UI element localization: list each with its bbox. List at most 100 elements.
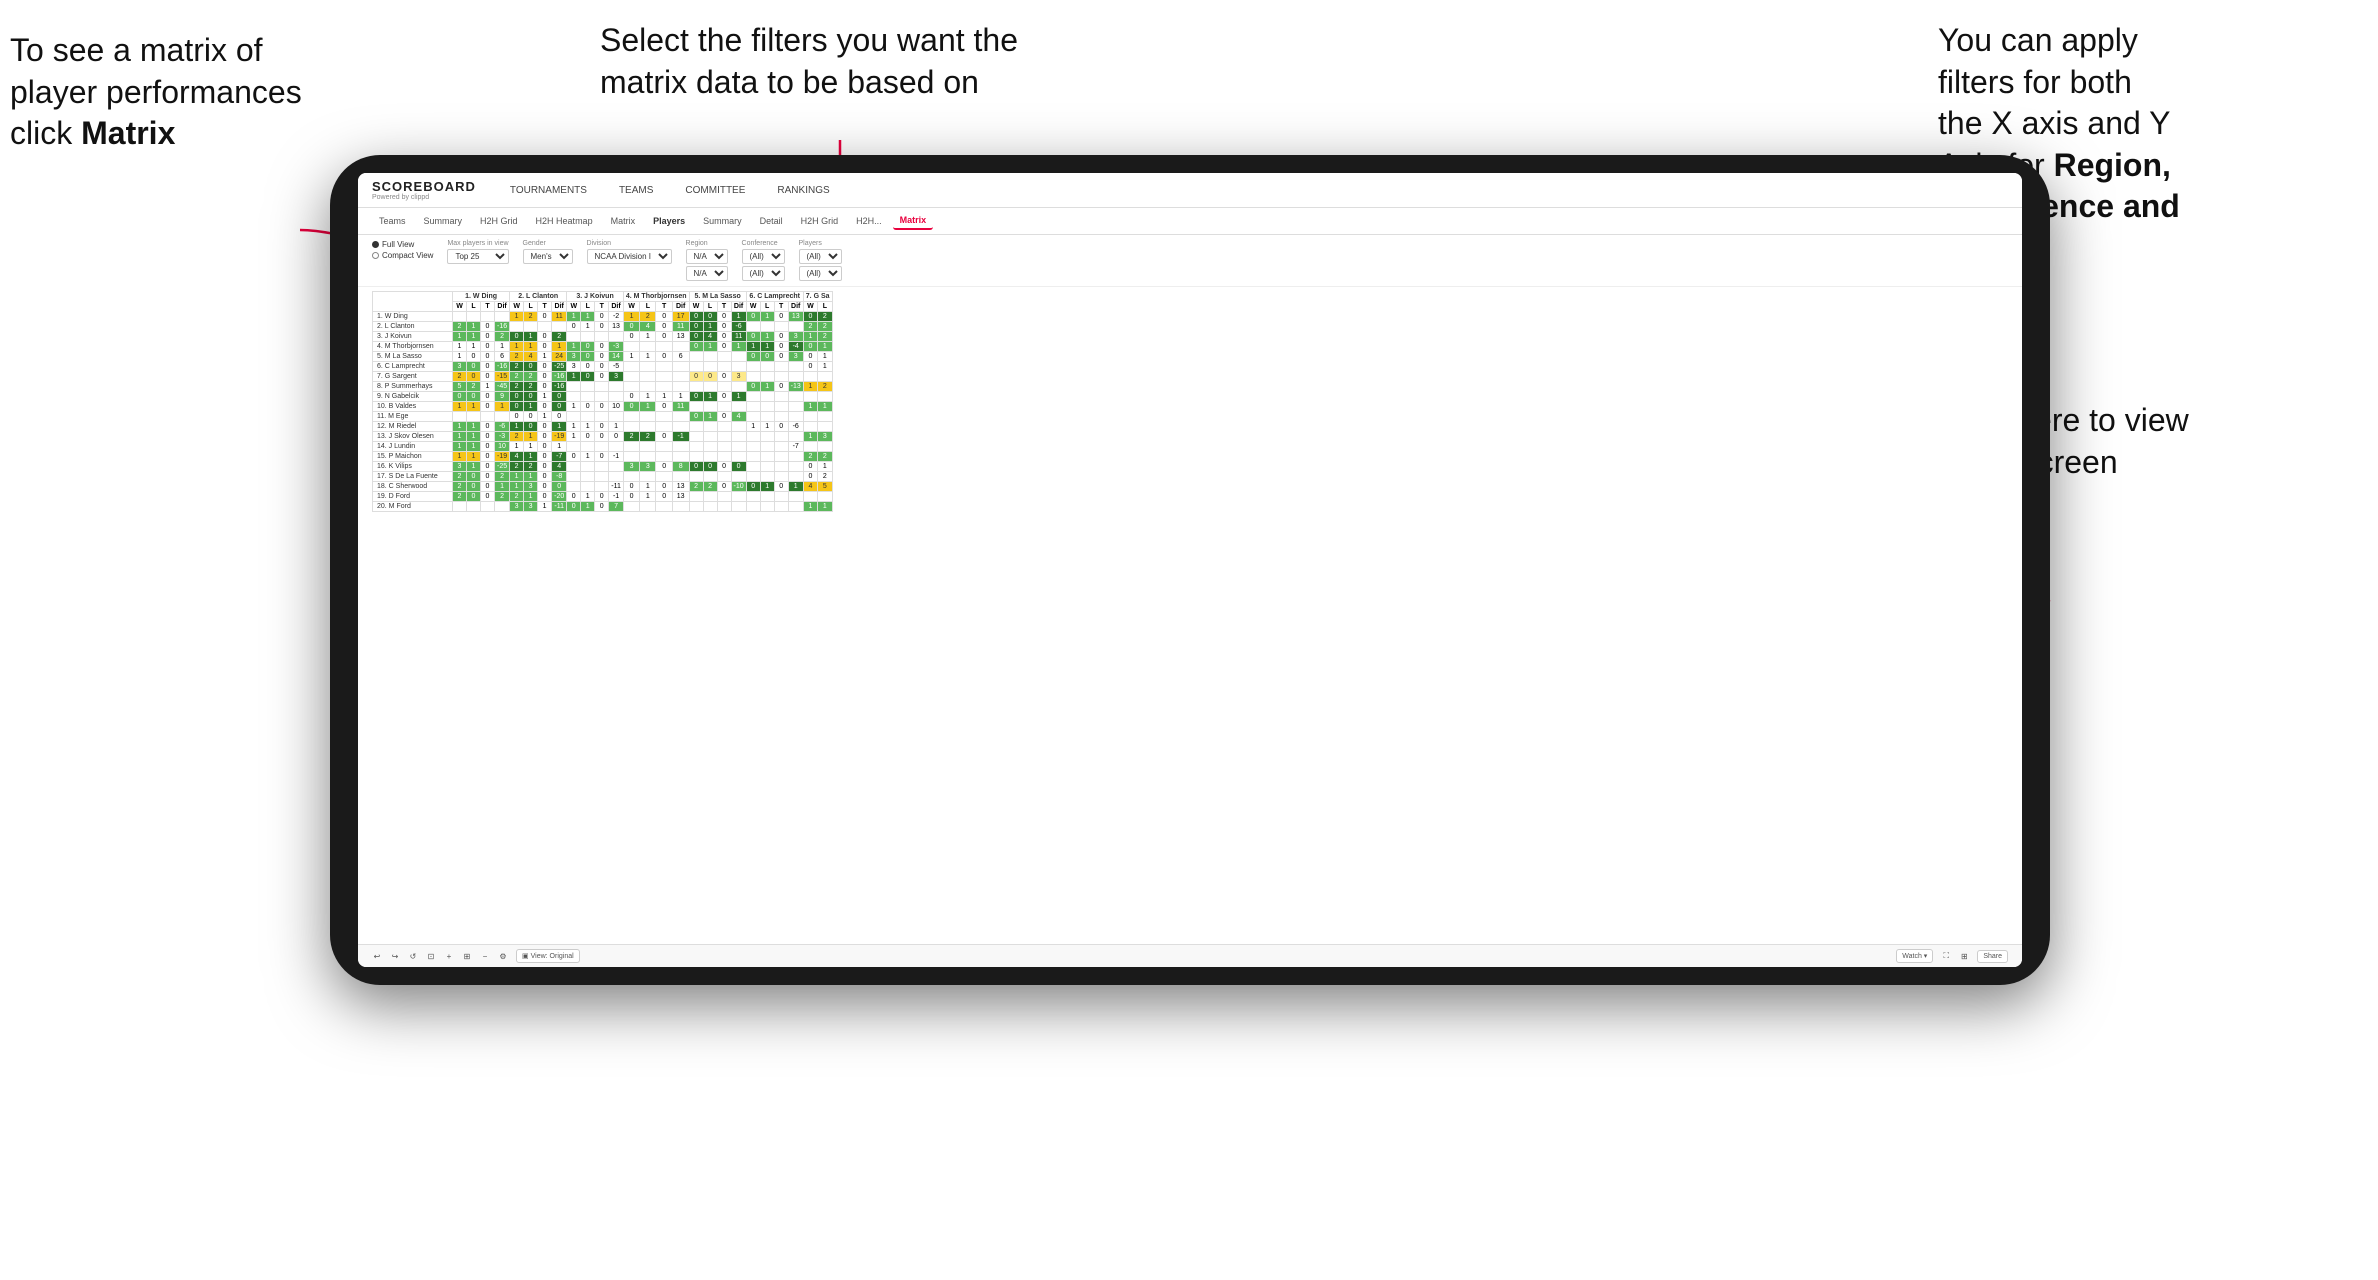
table-row: 18. C Sherwood 2001 1300 -11 01013 220-1… [373, 482, 833, 492]
table-row: 19. D Ford 2002 210-20 010-1 01013 [373, 492, 833, 502]
col-header-6: 6. C Lamprecht [746, 292, 803, 302]
view-full-radio[interactable]: Full View [372, 240, 433, 249]
player-name-13: 13. J Skov Olesen [373, 432, 453, 442]
sub-navigation: Teams Summary H2H Grid H2H Heatmap Matri… [358, 208, 2022, 235]
expand-icon[interactable]: ⛶ [1941, 951, 1951, 961]
table-row: 9. N Gabelcik 0009 0010 0111 0101 [373, 392, 833, 402]
tablet-device: SCOREBOARD Powered by clippd TOURNAMENTS… [330, 155, 2050, 985]
table-row: 2. L Clanton 210-16 01013 04011 010-6 22 [373, 322, 833, 332]
player-name-5: 5. M La Sasso [373, 352, 453, 362]
nav-committee[interactable]: COMMITTEE [679, 183, 751, 198]
view-compact-label: Compact View [382, 251, 433, 260]
tab-detail[interactable]: Detail [753, 213, 790, 229]
tab-matrix[interactable]: Matrix [604, 213, 643, 229]
zoom-out-icon[interactable]: − [480, 951, 490, 961]
nav-rankings[interactable]: RANKINGS [771, 183, 835, 198]
region-label: Region [686, 240, 728, 247]
undo-icon[interactable]: ↩ [372, 951, 382, 961]
tab-h2h-more[interactable]: H2H... [849, 213, 889, 229]
player-name-15: 15. P Maichon [373, 452, 453, 462]
sub-d-2: Dif [552, 302, 567, 312]
conference-select-2[interactable]: (All) [742, 266, 785, 281]
players-label: Players [799, 240, 842, 247]
radio-compact-dot [372, 252, 379, 259]
tab-h2h-grid-2[interactable]: H2H Grid [794, 213, 846, 229]
players-select-2[interactable]: (All) [799, 266, 842, 281]
gender-label: Gender [523, 240, 573, 247]
conference-select-1[interactable]: (All) [742, 249, 785, 264]
matrix-table-area: 1. W Ding 2. L Clanton 3. J Koivun 4. M … [358, 287, 2022, 944]
annotation-left: To see a matrix of player performances c… [10, 30, 330, 155]
filter-division: Division NCAA Division I [587, 240, 672, 264]
tab-h2h-heatmap[interactable]: H2H Heatmap [529, 213, 600, 229]
player-name-7: 7. G Sargent [373, 372, 453, 382]
sub-t-6: T [774, 302, 788, 312]
col-header-3: 3. J Koivun [567, 292, 624, 302]
sub-w-4: W [623, 302, 639, 312]
tab-matrix-active[interactable]: Matrix [893, 212, 934, 230]
player-name-12: 12. M Riedel [373, 422, 453, 432]
redo-icon[interactable]: ↪ [390, 951, 400, 961]
tab-summary[interactable]: Summary [417, 213, 470, 229]
table-row: 7. G Sargent 200-15 220-16 1003 0003 [373, 372, 833, 382]
sub-t-1: T [481, 302, 495, 312]
player-name-16: 16. K Vilips [373, 462, 453, 472]
sub-l-7: L [818, 302, 832, 312]
refresh-icon[interactable]: ↺ [408, 951, 418, 961]
view-original-btn[interactable]: ▣ View: Original [516, 949, 580, 963]
sub-d-6: Dif [788, 302, 803, 312]
max-players-select[interactable]: Top 25 [447, 249, 508, 264]
radio-full-dot [372, 241, 379, 248]
player-name-4: 4. M Thorbjornsen [373, 342, 453, 352]
gender-select[interactable]: Men's [523, 249, 573, 264]
settings-icon[interactable]: ⚙ [498, 951, 508, 961]
division-select[interactable]: NCAA Division I [587, 249, 672, 264]
sub-w-7: W [803, 302, 817, 312]
view-icon: ▣ [522, 952, 529, 960]
filter-players: Players (All) (All) [799, 240, 842, 281]
sub-d-3: Dif [609, 302, 624, 312]
max-players-label: Max players in view [447, 240, 508, 247]
table-row: 10. B Valdes 1101 0100 10010 01011 11 [373, 402, 833, 412]
zoom-in-icon[interactable]: + [444, 951, 454, 961]
view-full-label: Full View [382, 240, 414, 249]
sub-w-6: W [746, 302, 760, 312]
share-btn[interactable]: Share [1977, 950, 2008, 963]
tab-players-summary[interactable]: Summary [696, 213, 749, 229]
view-compact-radio[interactable]: Compact View [372, 251, 433, 260]
bottom-bar: ↩ ↪ ↺ ⊡ + ⊞ − ⚙ ▣ View: Original Watch ▾… [358, 944, 2022, 967]
table-row: 4. M Thorbjornsen 1101 1101 100-3 0101 1… [373, 342, 833, 352]
share-icon-bottom[interactable]: ⊡ [426, 951, 436, 961]
players-select-1[interactable]: (All) [799, 249, 842, 264]
sub-l-5: L [703, 302, 717, 312]
player-name-20: 20. M Ford [373, 502, 453, 512]
watch-label: Watch ▾ [1902, 952, 1927, 960]
table-row: 6. C Lamprecht 300-16 200-25 300-5 01 [373, 362, 833, 372]
sub-d-5: Dif [731, 302, 746, 312]
table-row: 8. P Summerhays 521-45 220-16 010-13 12 [373, 382, 833, 392]
grid-icon[interactable]: ⊞ [1959, 951, 1969, 961]
tab-teams[interactable]: Teams [372, 213, 413, 229]
table-row: 12. M Riedel 110-6 1001 1101 110-6 [373, 422, 833, 432]
watch-btn[interactable]: Watch ▾ [1896, 949, 1933, 963]
table-row: 14. J Lundin 11010 1101 -7 [373, 442, 833, 452]
player-name-2: 2. L Clanton [373, 322, 453, 332]
region-select-1[interactable]: N/A [686, 249, 728, 264]
player-name-14: 14. J Lundin [373, 442, 453, 452]
sub-l-1: L [467, 302, 481, 312]
player-name-1: 1. W Ding [373, 312, 453, 322]
view-label: View: Original [531, 953, 574, 960]
region-select-2[interactable]: N/A [686, 266, 728, 281]
sub-l-2: L [524, 302, 538, 312]
table-row: 13. J Skov Olesen 110-3 210-19 1000 220-… [373, 432, 833, 442]
app-logo: SCOREBOARD Powered by clippd [372, 179, 476, 201]
sub-w-2: W [510, 302, 524, 312]
fit-icon[interactable]: ⊞ [462, 951, 472, 961]
table-row: 3. J Koivun 1102 0102 01013 04011 0103 1… [373, 332, 833, 342]
filter-max-players: Max players in view Top 25 [447, 240, 508, 264]
nav-tournaments[interactable]: TOURNAMENTS [504, 183, 593, 198]
player-name-18: 18. C Sherwood [373, 482, 453, 492]
tab-players[interactable]: Players [646, 213, 692, 229]
nav-teams[interactable]: TEAMS [613, 183, 659, 198]
tab-h2h-grid[interactable]: H2H Grid [473, 213, 525, 229]
